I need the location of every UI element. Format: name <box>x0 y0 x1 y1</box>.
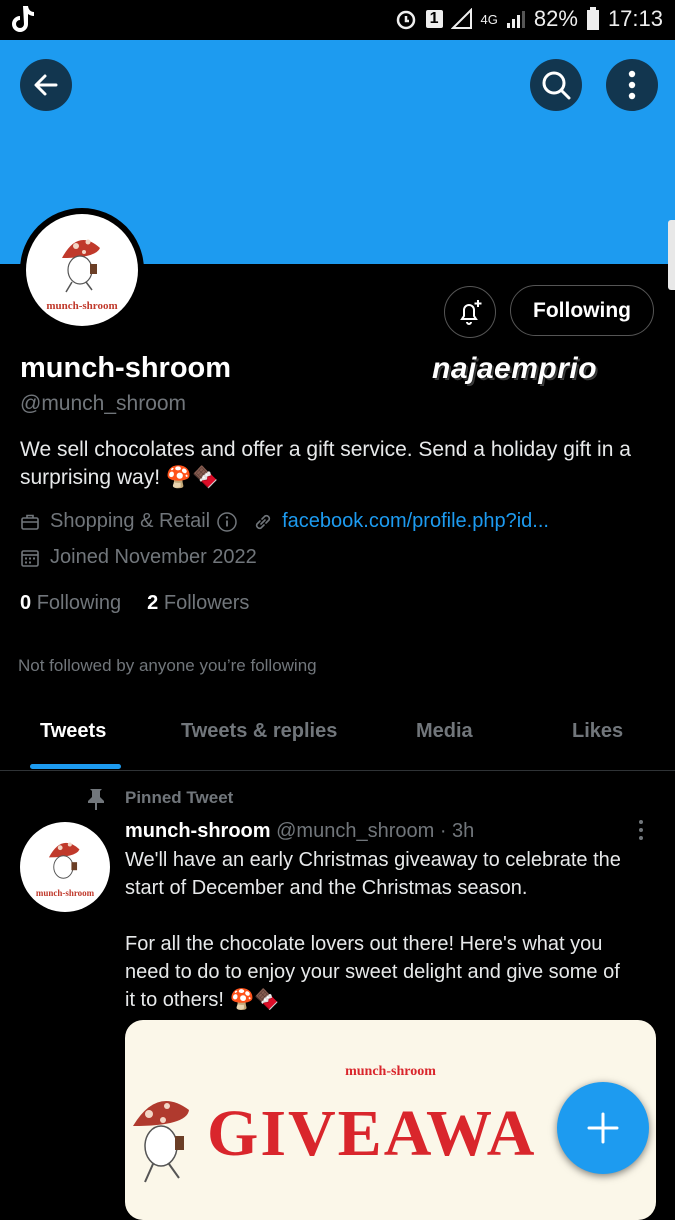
tweet-author-handle: @munch_shroom <box>276 820 435 842</box>
avatar-text: munch-shroom <box>35 888 95 898</box>
tweet-line: We'll have an early Christmas giveaway t… <box>125 849 621 871</box>
profile-handle: @munch_shroom <box>20 392 187 415</box>
tab-tweets-replies[interactable]: Tweets & replies <box>181 720 337 743</box>
tweet-more-icon[interactable] <box>634 818 648 842</box>
active-tab-indicator <box>30 764 121 769</box>
info-icon[interactable] <box>216 511 238 533</box>
briefcase-icon <box>21 514 39 530</box>
profile-joined-date: Joined November 2022 <box>50 546 257 568</box>
clock: 17:13 <box>607 6 663 31</box>
status-bar: 1 4G 82% 17:13 <box>0 0 675 40</box>
profile-tabs: Tweets Tweets & replies Media Likes <box>0 700 675 771</box>
tweet-header: munch-shroom @munch_shroom · 3h <box>125 820 474 843</box>
battery-icon <box>586 7 599 30</box>
watermark-text: najaemprio <box>432 352 598 385</box>
search-button[interactable] <box>530 59 582 111</box>
profile-avatar[interactable]: munch-shroom <box>20 208 144 332</box>
mushroom-mascot-icon <box>133 1101 189 1183</box>
tab-media[interactable]: Media <box>416 720 473 743</box>
profile-name: munch-shroom <box>20 352 232 384</box>
media-brand-text: munch-shroom <box>345 1064 436 1079</box>
signal-bars-icon <box>506 11 525 28</box>
back-button[interactable] <box>20 59 72 111</box>
tweet-line: need to do to enjoy your sweet delight a… <box>125 961 620 983</box>
tweet-text: We'll have an early Christmas giveaway t… <box>125 846 655 1014</box>
calendar-icon <box>21 549 39 567</box>
followers-label: Followers <box>163 592 250 614</box>
profile-joined-row: Joined November 2022 <box>20 546 257 569</box>
search-icon <box>542 71 571 100</box>
more-options-button[interactable] <box>606 59 658 111</box>
profile-bio: We sell chocolates and offer a gift serv… <box>20 438 631 489</box>
following-label: Following <box>36 592 122 614</box>
media-title-text: GIVEAWA <box>207 1097 537 1170</box>
sim-slot-badge: 1 <box>425 10 443 28</box>
followers-count: 2 <box>147 592 159 614</box>
alarm-icon <box>396 10 415 30</box>
tweet-line: start of December and the Christmas seas… <box>125 877 528 899</box>
compose-tweet-button[interactable] <box>557 1082 649 1174</box>
profile-meta-row: Shopping & Retail facebook.com/profile.p… <box>20 510 549 533</box>
tweet-author-name[interactable]: munch-shroom <box>125 820 271 842</box>
link-icon <box>256 514 271 529</box>
following-count: 0 <box>20 592 32 614</box>
edge-panel-handle[interactable] <box>668 220 675 290</box>
mushroom-logo-icon <box>48 842 80 879</box>
tweet-line <box>125 902 655 930</box>
follow-counts: 0 Following 2 Followers <box>20 592 249 615</box>
profile-website-link[interactable]: facebook.com/profile.php?id... <box>282 510 549 533</box>
following-button[interactable]: Following <box>510 285 654 336</box>
pin-icon <box>88 789 104 810</box>
profile-category: Shopping & Retail <box>50 510 211 532</box>
tweet-author-avatar[interactable]: munch-shroom <box>20 822 110 912</box>
tab-tweets[interactable]: Tweets <box>40 720 106 743</box>
compose-plus-icon <box>587 1112 619 1144</box>
not-followed-notice: Not followed by anyone you’re following <box>18 656 317 675</box>
back-arrow-icon <box>34 74 58 96</box>
tweet-time: · 3h <box>439 820 475 842</box>
pinned-tweet-label: Pinned Tweet <box>125 788 234 807</box>
tab-likes[interactable]: Likes <box>572 720 623 743</box>
avatar-logo: munch-shroom <box>26 214 138 326</box>
tiktok-icon <box>12 6 34 32</box>
avatar-text: munch-shroom <box>46 300 118 312</box>
network-type: 4G <box>480 11 498 27</box>
battery-percent: 82% <box>533 6 578 31</box>
tweet-line: For all the chocolate lovers out there! … <box>125 933 603 955</box>
bell-plus-icon <box>460 300 482 325</box>
signal-icon <box>450 8 472 29</box>
tweet-line: it to others! 🍄🍫 <box>125 989 280 1011</box>
following-count-link[interactable]: 0 Following <box>20 592 121 615</box>
notifications-bell-button[interactable] <box>444 286 496 338</box>
more-vertical-icon <box>628 70 636 100</box>
followers-count-link[interactable]: 2 Followers <box>147 592 249 615</box>
